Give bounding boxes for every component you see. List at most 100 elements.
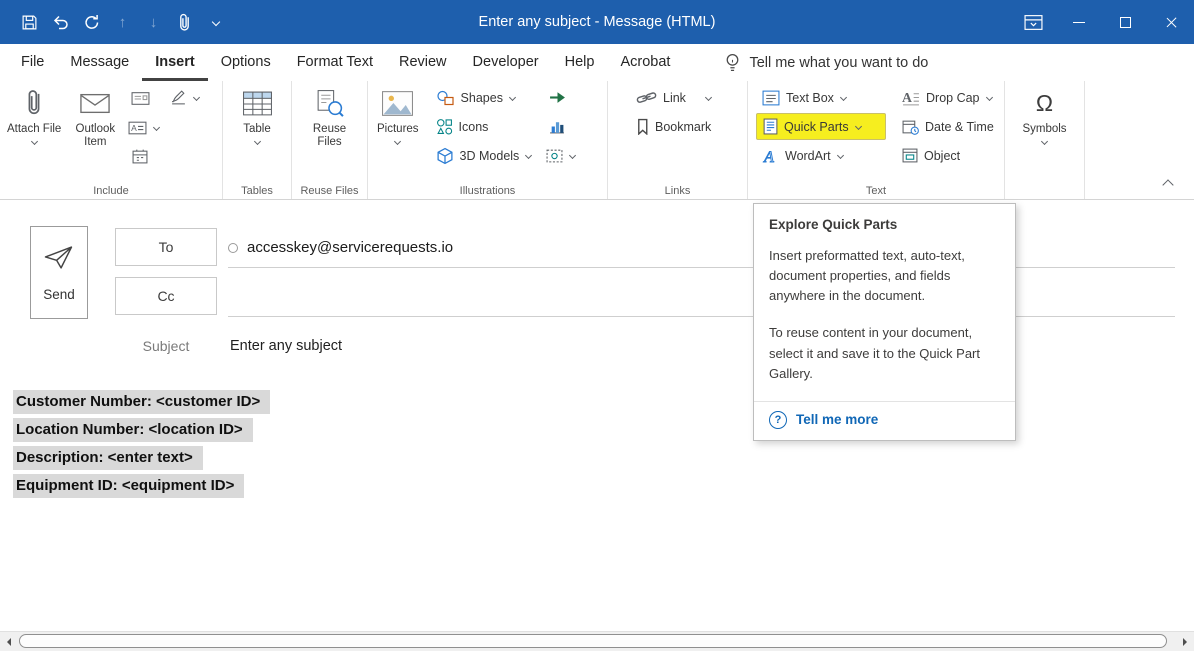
tab-options[interactable]: Options [208, 44, 284, 81]
tell-me-more-link[interactable]: Tell me more [796, 412, 878, 427]
text-box-button[interactable]: Text Box [756, 84, 886, 111]
link-chain-icon [636, 90, 657, 105]
tooltip-paragraph: To reuse content in your document, selec… [769, 323, 1000, 383]
to-field[interactable]: accesskey@servicerequests.io [228, 228, 1175, 268]
help-icon: ? [769, 411, 787, 429]
outlook-item-button[interactable]: Outlook Item [64, 84, 126, 149]
shapes-button[interactable]: Shapes [430, 84, 538, 111]
collapse-ribbon-button[interactable] [1162, 179, 1173, 190]
document-magnifier-icon [314, 87, 345, 119]
down-arrow-icon: ↓ [138, 7, 169, 37]
send-button[interactable]: Send [30, 226, 88, 319]
ribbon-group-include: Attach File Outlook Item A Include [0, 81, 223, 199]
maximize-button[interactable] [1102, 0, 1148, 44]
to-recipient[interactable]: accesskey@servicerequests.io [247, 239, 453, 256]
bar-chart-icon [549, 119, 565, 134]
ribbon-group-links: Link Bookmark Links [608, 81, 748, 199]
customize-quick-access-button[interactable] [200, 7, 231, 37]
signature-button[interactable] [167, 84, 202, 111]
icons-button[interactable]: Icons [430, 113, 538, 140]
object-icon [902, 148, 918, 163]
save-button[interactable] [14, 7, 45, 37]
close-button[interactable] [1148, 0, 1194, 44]
table-button[interactable]: Table [239, 84, 276, 144]
bookmark-button[interactable]: Bookmark [630, 113, 743, 140]
cc-field[interactable] [228, 277, 1175, 317]
horizontal-scrollbar[interactable] [0, 631, 1194, 651]
shapes-icon [436, 90, 455, 106]
tab-insert[interactable]: Insert [142, 44, 208, 81]
body-line[interactable]: Equipment ID: <equipment ID> [13, 474, 244, 498]
group-label-tables: Tables [223, 185, 291, 197]
scrollbar-thumb[interactable] [19, 634, 1167, 648]
date-time-button[interactable]: Date & Time [896, 113, 1000, 140]
screenshot-button[interactable] [543, 142, 578, 169]
quick-parts-tooltip: Explore Quick Parts Insert preformatted … [753, 203, 1016, 441]
chevron-down-icon [394, 138, 401, 145]
object-button[interactable]: Object [896, 142, 1000, 169]
smartart-icon [549, 90, 566, 105]
chevron-down-icon [705, 94, 712, 101]
chevron-down-icon [253, 138, 260, 145]
scroll-left-button[interactable] [0, 632, 18, 651]
tooltip-footer: ? Tell me more [754, 401, 1015, 436]
calendar-icon [132, 149, 148, 164]
minimize-button[interactable] [1056, 0, 1102, 44]
tab-acrobat[interactable]: Acrobat [607, 44, 683, 81]
tab-help[interactable]: Help [552, 44, 608, 81]
tab-review[interactable]: Review [386, 44, 460, 81]
to-button[interactable]: To [115, 228, 217, 266]
card-gallery-button[interactable]: A [126, 114, 161, 141]
group-label-reuse-files: Reuse Files [292, 185, 367, 197]
group-label-illustrations: Illustrations [368, 185, 607, 197]
chevron-down-icon [855, 123, 862, 130]
tab-developer[interactable]: Developer [460, 44, 552, 81]
tell-me-label: Tell me what you want to do [749, 55, 928, 71]
scroll-right-button[interactable] [1176, 632, 1194, 651]
calendar-button[interactable] [126, 143, 154, 170]
quick-parts-button[interactable]: Quick Parts [756, 113, 886, 140]
pictures-button[interactable]: Pictures [374, 84, 422, 144]
attach-file-button[interactable]: Attach File [4, 84, 64, 144]
cc-button[interactable]: Cc [115, 277, 217, 315]
drop-cap-button[interactable]: ADrop Cap [896, 84, 1000, 111]
chevron-down-icon [569, 152, 576, 159]
maximize-icon [1120, 17, 1131, 28]
outlook-message-window: ↑ ↓ Enter any subject - Message (HTML) F… [0, 0, 1194, 651]
business-card-button[interactable] [126, 85, 154, 112]
quick-access-toolbar: ↑ ↓ [0, 7, 231, 37]
redo-button[interactable] [76, 7, 107, 37]
tooltip-title: Explore Quick Parts [769, 217, 1000, 232]
ribbon-group-illustrations: Pictures Shapes Icons 3D Models Illustra… [368, 81, 608, 199]
tab-file[interactable]: File [8, 44, 57, 81]
chevron-down-icon [153, 124, 160, 131]
ribbon-group-symbols: Ω Symbols [1005, 81, 1085, 199]
tab-message[interactable]: Message [57, 44, 142, 81]
group-label-links: Links [608, 185, 747, 197]
date-time-icon [902, 119, 919, 135]
link-button[interactable]: Link [630, 84, 743, 111]
signature-pen-icon [170, 90, 187, 105]
business-card-icon [131, 91, 150, 106]
smartart-button[interactable] [543, 84, 571, 111]
tell-me-box[interactable]: Tell me what you want to do [725, 44, 928, 81]
omega-icon: Ω [1036, 87, 1053, 119]
reuse-files-button[interactable]: Reuse Files [299, 84, 361, 149]
3d-models-button[interactable]: 3D Models [430, 142, 538, 169]
body-line[interactable]: Customer Number: <customer ID> [13, 390, 270, 414]
undo-button[interactable] [45, 7, 76, 37]
chevron-down-icon [1041, 138, 1048, 145]
body-line[interactable]: Description: <enter text> [13, 446, 203, 470]
tab-format-text[interactable]: Format Text [284, 44, 386, 81]
chart-button[interactable] [543, 113, 571, 140]
symbols-button[interactable]: Ω Symbols [1019, 84, 1069, 144]
group-label-include: Include [0, 185, 222, 197]
wordart-icon: A [762, 148, 779, 164]
chevron-down-icon [211, 18, 219, 26]
window-controls [1010, 0, 1194, 44]
left-arrow-icon [7, 638, 11, 646]
wordart-button[interactable]: AWordArt [756, 142, 886, 169]
subject-field[interactable]: Enter any subject [230, 338, 342, 354]
ribbon-display-options-button[interactable] [1010, 0, 1056, 44]
body-line[interactable]: Location Number: <location ID> [13, 418, 253, 442]
